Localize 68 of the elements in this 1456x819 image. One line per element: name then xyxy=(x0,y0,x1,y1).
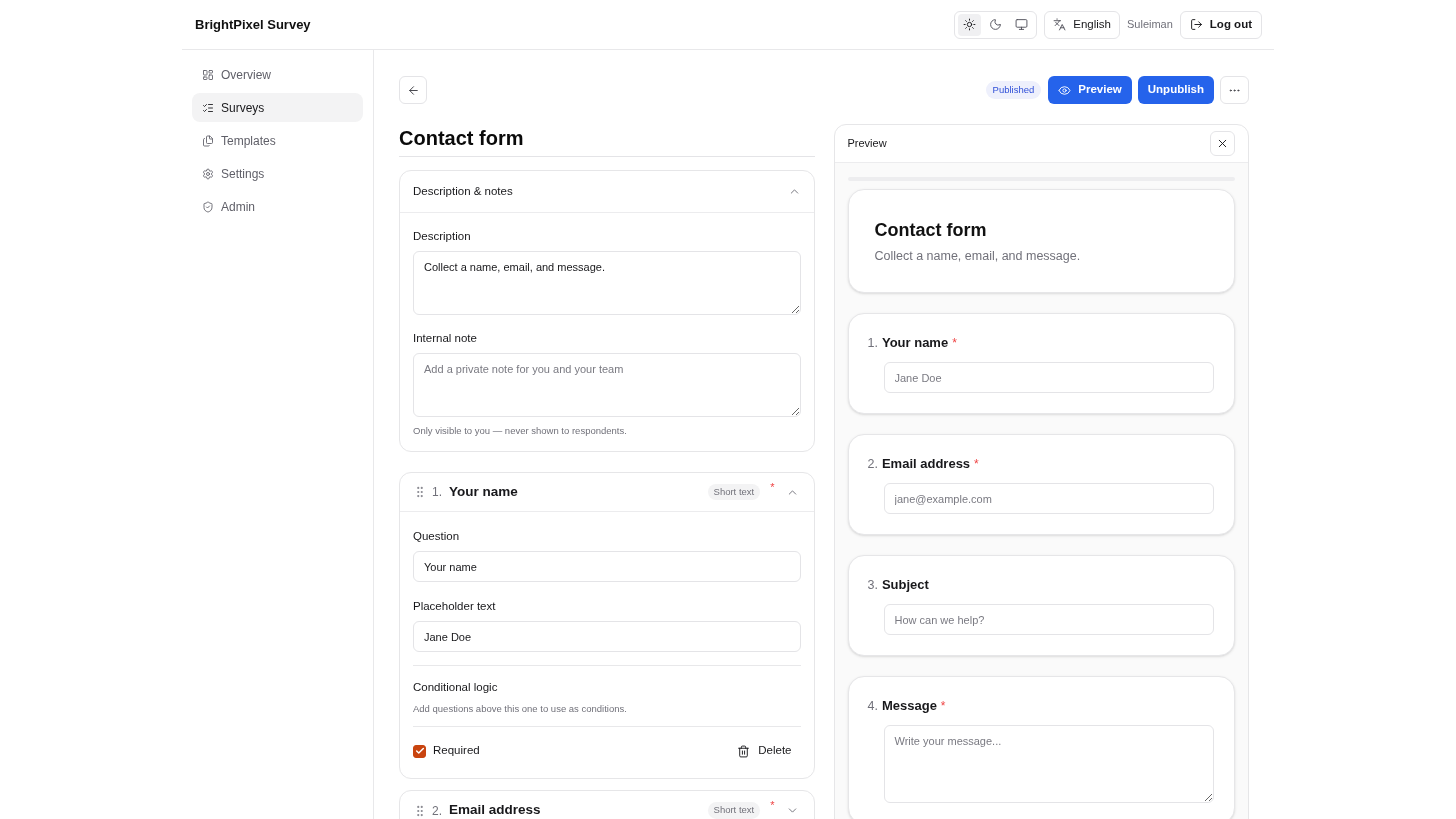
field-hint: Only visible to you — never shown to respondents. xyxy=(413,424,628,437)
eye-icon xyxy=(1058,83,1072,97)
field-label: Placeholder text xyxy=(413,599,497,614)
accordion-header[interactable]: Description & notes xyxy=(400,171,814,213)
question-number: 2. xyxy=(867,456,878,473)
logout-button[interactable]: Log out xyxy=(1179,10,1262,39)
answer-input[interactable]: Jane Doe xyxy=(883,362,1214,393)
check-icon xyxy=(414,746,425,756)
answer-input[interactable]: How can we help? xyxy=(883,604,1214,635)
answer-input[interactable]: jane@example.com xyxy=(883,483,1214,514)
theme-option[interactable] xyxy=(958,13,982,36)
sun-icon xyxy=(963,18,977,31)
checkbox-label: Required xyxy=(433,743,480,759)
checklist-icon xyxy=(202,101,214,114)
section-label: Conditional logic xyxy=(413,680,499,695)
question-number: 1. xyxy=(867,335,878,352)
logic-hint: Add questions above this one to use as conditions. xyxy=(413,702,628,715)
preview-button[interactable]: Preview xyxy=(1048,76,1132,104)
monitor-icon xyxy=(1015,18,1029,31)
question-title: Your name xyxy=(881,334,949,352)
question-title: Email address xyxy=(449,801,542,819)
delete-button[interactable]: Delete xyxy=(728,738,801,764)
required-checkbox[interactable] xyxy=(413,744,426,758)
arrow-left-icon xyxy=(406,83,420,97)
form-title: Contact form xyxy=(874,219,988,242)
required-asterisk: * xyxy=(940,698,946,715)
status-badge: Published xyxy=(985,80,1042,100)
question-title: Your name xyxy=(449,482,519,501)
dashboard-icon xyxy=(202,68,214,81)
field-label: Internal note xyxy=(413,331,478,346)
settings-icon xyxy=(202,167,214,180)
placeholder-input[interactable]: Jane Doe xyxy=(413,621,801,652)
back-button[interactable] xyxy=(399,76,427,104)
panel-title: Preview xyxy=(847,136,887,152)
app-title: BrightPixel Survey xyxy=(195,15,311,34)
close-icon xyxy=(1216,137,1229,150)
question-number: 3. xyxy=(867,577,878,594)
language-button[interactable]: English xyxy=(1044,10,1120,39)
nav-item[interactable]: Surveys xyxy=(192,93,363,122)
question-number: 1. xyxy=(432,484,442,501)
type-badge: Short text xyxy=(707,483,761,501)
close-button[interactable] xyxy=(1210,131,1235,156)
field-label: Question xyxy=(413,529,461,544)
question-number: 2. xyxy=(432,802,442,819)
required-asterisk: * xyxy=(770,480,775,493)
user-name: Suleiman xyxy=(1127,17,1173,33)
form-description: Collect a name, email, and message. xyxy=(874,248,1082,265)
required-asterisk: * xyxy=(952,335,957,352)
logout-icon xyxy=(1189,18,1203,31)
files-icon xyxy=(202,134,214,147)
question-title: Email address xyxy=(881,455,971,473)
type-badge: Short text xyxy=(707,802,761,819)
question-input[interactable]: Your name xyxy=(413,551,801,582)
question-number: 4. xyxy=(867,698,878,715)
question-title: Subject xyxy=(881,576,929,594)
internal-note-textarea[interactable]: Add a private note for you and your team xyxy=(413,353,801,417)
unpublish-button[interactable]: Unpublish xyxy=(1137,76,1214,104)
question-title: Message xyxy=(881,697,937,715)
moon-icon xyxy=(989,18,1003,31)
description-textarea[interactable]: Collect a name, email, and message. xyxy=(413,251,801,315)
required-asterisk: * xyxy=(770,798,775,811)
survey-title: Contact form xyxy=(399,126,525,151)
required-asterisk: * xyxy=(974,456,979,473)
shield-icon xyxy=(202,200,214,213)
trash-icon xyxy=(737,744,751,758)
translate-icon xyxy=(1053,18,1067,31)
field-label: Description xyxy=(413,229,472,244)
answer-textarea[interactable]: Write your message... xyxy=(883,725,1214,803)
